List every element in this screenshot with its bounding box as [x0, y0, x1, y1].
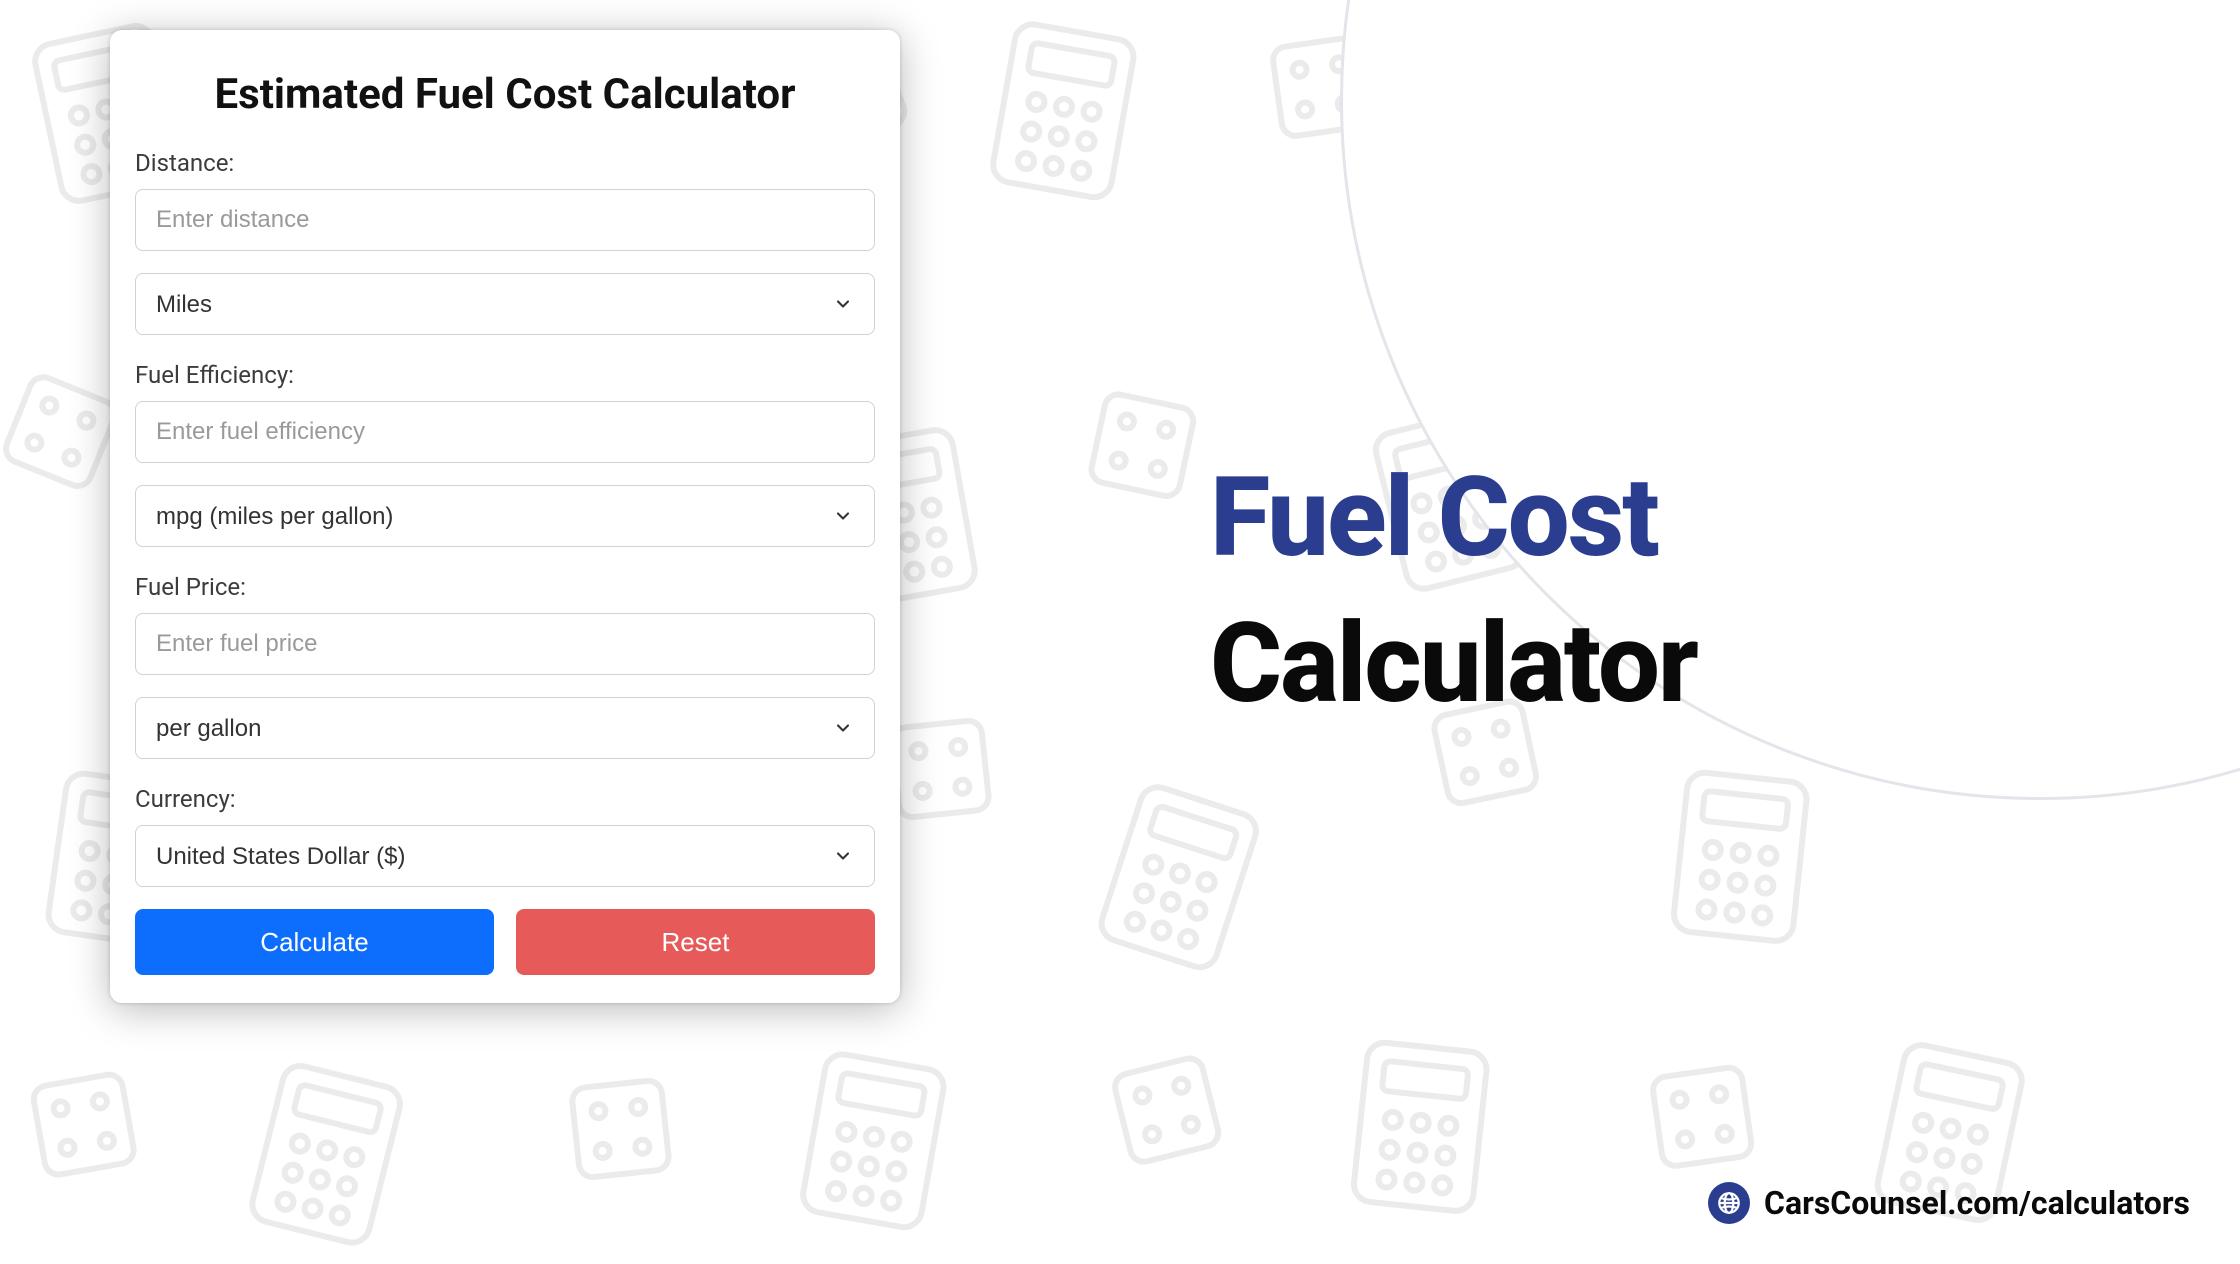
distance-input[interactable]: [135, 189, 875, 251]
footer-brand: CarsCounsel.com/calculators: [1708, 1182, 2190, 1224]
efficiency-unit-select[interactable]: mpg (miles per gallon): [135, 485, 875, 547]
price-unit-select[interactable]: per gallon: [135, 697, 875, 759]
reset-button[interactable]: Reset: [516, 909, 875, 975]
calculator-card: Estimated Fuel Cost Calculator Distance:…: [110, 30, 900, 1003]
efficiency-label: Fuel Efficiency:: [135, 361, 875, 389]
hero-line1: Fuel Cost: [1210, 460, 1697, 576]
efficiency-input[interactable]: [135, 401, 875, 463]
distance-unit-select[interactable]: Miles: [135, 273, 875, 335]
currency-select[interactable]: United States Dollar ($): [135, 825, 875, 887]
hero-title: Fuel Cost Calculator: [1210, 460, 1697, 721]
calculate-button[interactable]: Calculate: [135, 909, 494, 975]
distance-label: Distance:: [135, 149, 875, 177]
globe-icon: [1708, 1182, 1750, 1224]
currency-label: Currency:: [135, 785, 875, 813]
price-label: Fuel Price:: [135, 573, 875, 601]
button-row: Calculate Reset: [135, 909, 875, 975]
hero-line2: Calculator: [1210, 606, 1697, 722]
price-input[interactable]: [135, 613, 875, 675]
footer-url: CarsCounsel.com/calculators: [1764, 1184, 2190, 1222]
card-title: Estimated Fuel Cost Calculator: [135, 70, 875, 119]
